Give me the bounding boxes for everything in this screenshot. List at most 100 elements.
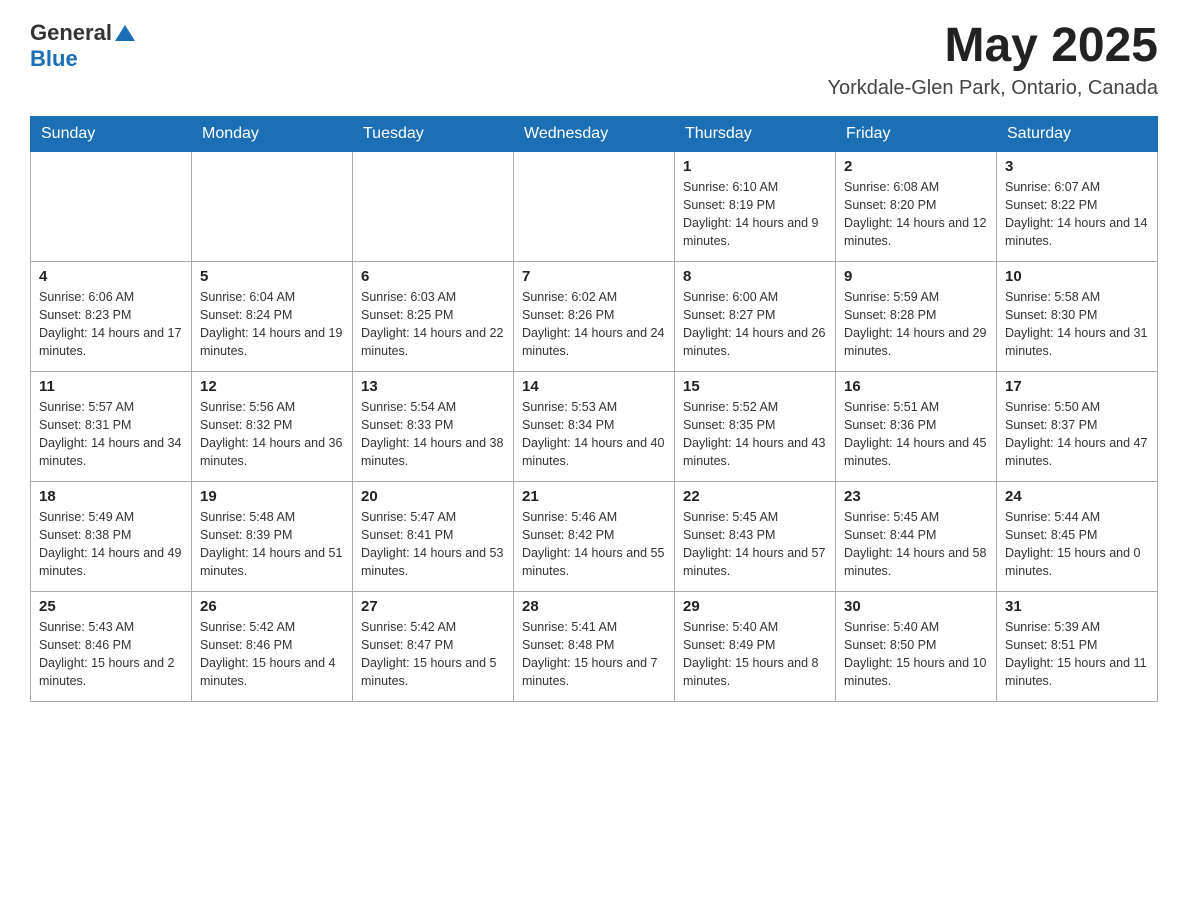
calendar-cell-w5-d7: 31Sunrise: 5:39 AMSunset: 8:51 PMDayligh…: [997, 591, 1158, 701]
calendar-cell-w1-d2: [192, 151, 353, 261]
day-number-28: 28: [522, 598, 666, 615]
week-row-5: 25 Sunrise: 5:43 AMSunset: 8:46 PMDayligh…: [31, 591, 1158, 701]
day-info-28: Sunrise: 5:41 AMSunset: 8:48 PMDaylight:…: [522, 618, 666, 691]
day-info-4: Sunrise: 6:06 AMSunset: 8:23 PMDaylight:…: [39, 288, 183, 361]
calendar-cell-w3-d4: 14Sunrise: 5:53 AMSunset: 8:34 PMDayligh…: [514, 371, 675, 481]
day-number-17: 17: [1005, 378, 1149, 395]
day-number-23: 23: [844, 488, 988, 505]
calendar-cell-w2-d7: 10 Sunrise: 5:58 AMSunset: 8:30 PMDayligh…: [997, 261, 1158, 371]
day-number-3: 3: [1005, 158, 1149, 175]
page-header: General Blue May 2025 Yorkdale-Glen Park…: [30, 20, 1158, 100]
day-info-25: Sunrise: 5:43 AMSunset: 8:46 PMDaylight:…: [39, 618, 183, 691]
day-info-1: Sunrise: 6:10 AMSunset: 8:19 PMDaylight:…: [683, 178, 827, 251]
day-info-22: Sunrise: 5:45 AMSunset: 8:43 PMDaylight:…: [683, 508, 827, 581]
calendar-cell-w1-d6: 2 Sunrise: 6:08 AMSunset: 8:20 PMDaylight…: [836, 151, 997, 261]
logo: General Blue: [30, 20, 135, 72]
day-number-31: 31: [1005, 598, 1149, 615]
day-info-18: Sunrise: 5:49 AMSunset: 8:38 PMDaylight:…: [39, 508, 183, 581]
week-row-1: 1 Sunrise: 6:10 AMSunset: 8:19 PMDaylight…: [31, 151, 1158, 261]
weekday-header-saturday: Saturday: [997, 116, 1158, 151]
calendar-cell-w4-d4: 21 Sunrise: 5:46 AMSunset: 8:42 PMDayligh…: [514, 481, 675, 591]
day-number-10: 10: [1005, 268, 1149, 285]
day-number-30: 30: [844, 598, 988, 615]
day-info-14: Sunrise: 5:53 AMSunset: 8:34 PMDaylight:…: [522, 398, 666, 471]
day-number-18: 18: [39, 488, 183, 505]
logo-blue-text: Blue: [30, 46, 78, 72]
title-block: May 2025 Yorkdale-Glen Park, Ontario, Ca…: [827, 20, 1158, 100]
calendar-cell-w5-d4: 28 Sunrise: 5:41 AMSunset: 8:48 PMDayligh…: [514, 591, 675, 701]
day-number-25: 25: [39, 598, 183, 615]
day-number-20: 20: [361, 488, 505, 505]
day-number-9: 9: [844, 268, 988, 285]
day-info-5: Sunrise: 6:04 AMSunset: 8:24 PMDaylight:…: [200, 288, 344, 361]
calendar-cell-w2-d2: 5 Sunrise: 6:04 AMSunset: 8:24 PMDaylight…: [192, 261, 353, 371]
weekday-header-row: SundayMondayTuesdayWednesdayThursdayFrid…: [31, 116, 1158, 151]
day-number-26: 26: [200, 598, 344, 615]
calendar-cell-w1-d5: 1 Sunrise: 6:10 AMSunset: 8:19 PMDaylight…: [675, 151, 836, 261]
calendar-cell-w5-d5: 29Sunrise: 5:40 AMSunset: 8:49 PMDayligh…: [675, 591, 836, 701]
weekday-header-wednesday: Wednesday: [514, 116, 675, 151]
weekday-header-friday: Friday: [836, 116, 997, 151]
calendar-cell-w5-d6: 30 Sunrise: 5:40 AMSunset: 8:50 PMDayligh…: [836, 591, 997, 701]
calendar-cell-w1-d3: [353, 151, 514, 261]
calendar-cell-w3-d1: 11 Sunrise: 5:57 AMSunset: 8:31 PMDayligh…: [31, 371, 192, 481]
weekday-header-sunday: Sunday: [31, 116, 192, 151]
day-info-26: Sunrise: 5:42 AMSunset: 8:46 PMDaylight:…: [200, 618, 344, 691]
calendar-cell-w2-d1: 4 Sunrise: 6:06 AMSunset: 8:23 PMDaylight…: [31, 261, 192, 371]
day-info-13: Sunrise: 5:54 AMSunset: 8:33 PMDaylight:…: [361, 398, 505, 471]
weekday-header-thursday: Thursday: [675, 116, 836, 151]
day-number-4: 4: [39, 268, 183, 285]
day-number-6: 6: [361, 268, 505, 285]
calendar-cell-w3-d2: 12Sunrise: 5:56 AMSunset: 8:32 PMDayligh…: [192, 371, 353, 481]
day-number-11: 11: [39, 378, 183, 395]
day-number-16: 16: [844, 378, 988, 395]
calendar-cell-w1-d1: [31, 151, 192, 261]
calendar-cell-w2-d5: 8 Sunrise: 6:00 AMSunset: 8:27 PMDaylight…: [675, 261, 836, 371]
week-row-2: 4 Sunrise: 6:06 AMSunset: 8:23 PMDaylight…: [31, 261, 1158, 371]
day-info-17: Sunrise: 5:50 AMSunset: 8:37 PMDaylight:…: [1005, 398, 1149, 471]
day-info-19: Sunrise: 5:48 AMSunset: 8:39 PMDaylight:…: [200, 508, 344, 581]
day-number-24: 24: [1005, 488, 1149, 505]
day-number-1: 1: [683, 158, 827, 175]
calendar-cell-w5-d2: 26 Sunrise: 5:42 AMSunset: 8:46 PMDayligh…: [192, 591, 353, 701]
day-info-10: Sunrise: 5:58 AMSunset: 8:30 PMDaylight:…: [1005, 288, 1149, 361]
calendar-cell-w2-d3: 6Sunrise: 6:03 AMSunset: 8:25 PMDaylight…: [353, 261, 514, 371]
calendar-cell-w5-d1: 25 Sunrise: 5:43 AMSunset: 8:46 PMDayligh…: [31, 591, 192, 701]
day-info-8: Sunrise: 6:00 AMSunset: 8:27 PMDaylight:…: [683, 288, 827, 361]
week-row-4: 18 Sunrise: 5:49 AMSunset: 8:38 PMDayligh…: [31, 481, 1158, 591]
calendar-cell-w5-d3: 27Sunrise: 5:42 AMSunset: 8:47 PMDayligh…: [353, 591, 514, 701]
day-info-3: Sunrise: 6:07 AMSunset: 8:22 PMDaylight:…: [1005, 178, 1149, 251]
day-info-16: Sunrise: 5:51 AMSunset: 8:36 PMDaylight:…: [844, 398, 988, 471]
weekday-header-monday: Monday: [192, 116, 353, 151]
calendar-cell-w2-d4: 7 Sunrise: 6:02 AMSunset: 8:26 PMDaylight…: [514, 261, 675, 371]
day-info-29: Sunrise: 5:40 AMSunset: 8:49 PMDaylight:…: [683, 618, 827, 691]
day-number-21: 21: [522, 488, 666, 505]
calendar-cell-w4-d3: 20Sunrise: 5:47 AMSunset: 8:41 PMDayligh…: [353, 481, 514, 591]
day-number-8: 8: [683, 268, 827, 285]
day-number-7: 7: [522, 268, 666, 285]
day-number-2: 2: [844, 158, 988, 175]
day-number-15: 15: [683, 378, 827, 395]
day-number-5: 5: [200, 268, 344, 285]
day-info-30: Sunrise: 5:40 AMSunset: 8:50 PMDaylight:…: [844, 618, 988, 691]
month-title: May 2025: [827, 20, 1158, 73]
day-info-2: Sunrise: 6:08 AMSunset: 8:20 PMDaylight:…: [844, 178, 988, 251]
day-info-15: Sunrise: 5:52 AMSunset: 8:35 PMDaylight:…: [683, 398, 827, 471]
calendar-cell-w4-d6: 23Sunrise: 5:45 AMSunset: 8:44 PMDayligh…: [836, 481, 997, 591]
calendar-cell-w3-d5: 15 Sunrise: 5:52 AMSunset: 8:35 PMDayligh…: [675, 371, 836, 481]
day-info-7: Sunrise: 6:02 AMSunset: 8:26 PMDaylight:…: [522, 288, 666, 361]
day-number-27: 27: [361, 598, 505, 615]
day-info-21: Sunrise: 5:46 AMSunset: 8:42 PMDaylight:…: [522, 508, 666, 581]
location-title: Yorkdale-Glen Park, Ontario, Canada: [827, 77, 1158, 100]
day-number-13: 13: [361, 378, 505, 395]
day-number-22: 22: [683, 488, 827, 505]
calendar-cell-w3-d6: 16 Sunrise: 5:51 AMSunset: 8:36 PMDayligh…: [836, 371, 997, 481]
calendar-cell-w1-d7: 3 Sunrise: 6:07 AMSunset: 8:22 PMDaylight…: [997, 151, 1158, 261]
calendar-cell-w2-d6: 9Sunrise: 5:59 AMSunset: 8:28 PMDaylight…: [836, 261, 997, 371]
calendar-cell-w3-d7: 17 Sunrise: 5:50 AMSunset: 8:37 PMDayligh…: [997, 371, 1158, 481]
day-info-24: Sunrise: 5:44 AMSunset: 8:45 PMDaylight:…: [1005, 508, 1149, 581]
logo-general-text: General: [30, 20, 112, 46]
calendar-cell-w4-d7: 24 Sunrise: 5:44 AMSunset: 8:45 PMDayligh…: [997, 481, 1158, 591]
day-info-11: Sunrise: 5:57 AMSunset: 8:31 PMDaylight:…: [39, 398, 183, 471]
calendar-cell-w4-d1: 18 Sunrise: 5:49 AMSunset: 8:38 PMDayligh…: [31, 481, 192, 591]
